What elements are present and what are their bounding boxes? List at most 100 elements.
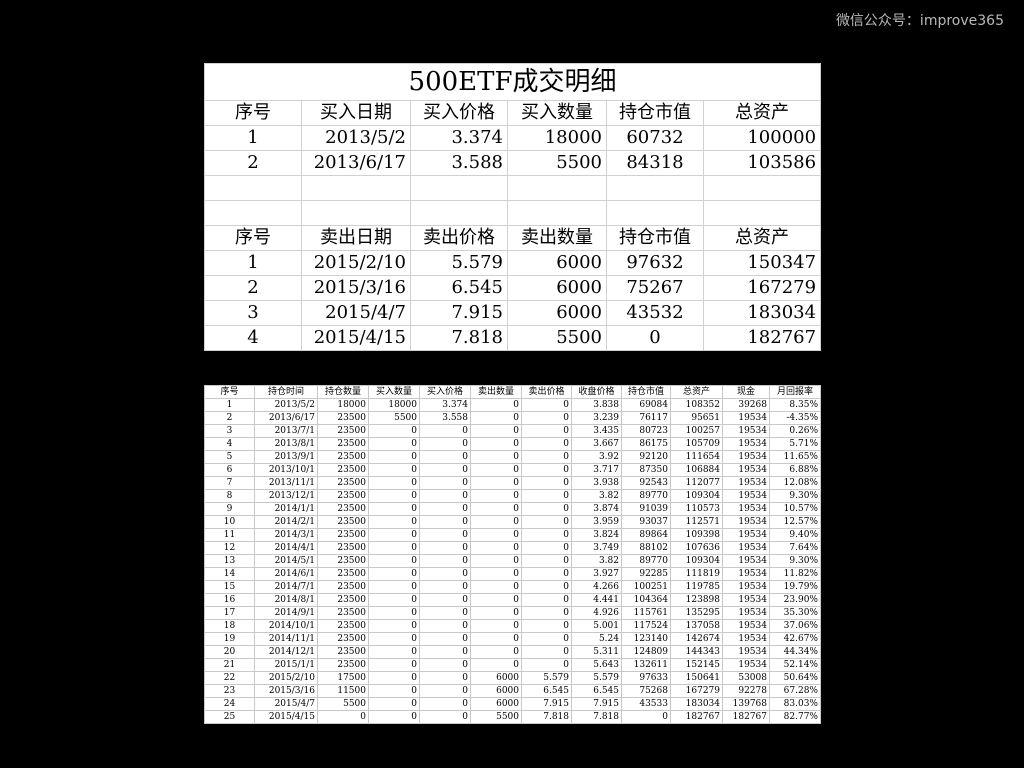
table-cell: 92285	[621, 567, 671, 581]
table-cell: 87350	[621, 463, 671, 477]
table-cell: 0	[521, 463, 572, 477]
table-row: 4 2013/8/1 23500 0 0 0 0 3.667 86175 105709 19534 5…	[204, 437, 821, 451]
table-cell: 持仓时间	[254, 385, 318, 399]
table-cell: 0	[419, 528, 471, 542]
table-cell: 持仓市值	[621, 385, 671, 399]
table-cell: 106884	[670, 463, 723, 477]
table-cell: 0.26%	[769, 424, 821, 438]
table-cell: 0	[419, 580, 471, 594]
table-cell: 2014/2/1	[254, 515, 318, 529]
table-cell: 2	[204, 150, 302, 176]
table-row: 10 2014/2/1 23500 0 0 0 0 3.959 93037 112571 19534…	[204, 515, 821, 529]
table-row: 13 2014/5/1 23500 0 0 0 0 3.82 89770 109304 19534 9…	[204, 554, 821, 568]
table-cell: 19534	[722, 632, 770, 646]
table-cell: 0	[368, 541, 420, 555]
table-row: 21 2015/1/1 23500 0 0 0 0 5.643 132611 152145 1953…	[204, 658, 821, 672]
table-cell: 0	[521, 424, 572, 438]
table-cell: 2014/9/1	[254, 606, 318, 620]
table-cell: 80723	[621, 424, 671, 438]
table-cell: 92120	[621, 450, 671, 464]
watermark-text: 微信公众号：improve365	[835, 13, 1004, 29]
table-cell: 39268	[722, 398, 770, 412]
table-cell: 0	[368, 424, 420, 438]
table-cell: 2013/6/17	[254, 411, 318, 425]
table-cell: 2013/7/1	[254, 424, 318, 438]
table-cell: 23500	[317, 489, 369, 503]
table-cell: 100251	[621, 580, 671, 594]
table-row: 8 2013/12/1 23500 0 0 0 0 3.82 89770 109304 19534 9…	[204, 489, 821, 503]
table-cell: 0	[521, 606, 572, 620]
table-cell: 3.824	[571, 528, 622, 542]
table-cell: 0	[521, 489, 572, 503]
table-cell: 23500	[317, 541, 369, 555]
table-cell: 2015/4/7	[254, 697, 318, 711]
table-cell: -4.35%	[769, 411, 821, 425]
table-cell: 2014/7/1	[254, 580, 318, 594]
table-cell: 11.65%	[769, 450, 821, 464]
table-row: 15 2014/7/1 23500 0 0 0 0 4.266 100251 119785 1953…	[204, 580, 821, 594]
table-cell: 5500	[470, 710, 522, 724]
table-cell: 3.239	[571, 411, 622, 425]
table-cell: 97633	[621, 671, 671, 685]
table-cell: 0	[419, 476, 471, 490]
table-cell: 序号	[204, 225, 302, 251]
table-cell: 0	[470, 632, 522, 646]
table-cell: 0	[368, 463, 420, 477]
table-cell: 2014/11/1	[254, 632, 318, 646]
table-cell: 132611	[621, 658, 671, 672]
table-cell	[204, 175, 302, 201]
table-cell: 69084	[621, 398, 671, 412]
table-cell: 5500	[507, 325, 607, 351]
table-cell: 20	[204, 645, 255, 659]
table-cell: 3.838	[571, 398, 622, 412]
table-cell	[702, 175, 822, 201]
table-cell: 2015/1/1	[254, 658, 318, 672]
table-cell: 95651	[670, 411, 723, 425]
table-cell: 0	[470, 593, 522, 607]
table-cell: 0	[419, 463, 471, 477]
table-cell: 42.67%	[769, 632, 821, 646]
sell-row: 3 2015/4/7 7.915 6000 43532 183034	[204, 300, 822, 326]
table-cell	[410, 175, 508, 201]
table-cell: 3.717	[571, 463, 622, 477]
table-cell: 44.34%	[769, 645, 821, 659]
table-cell: 19534	[722, 593, 770, 607]
table-cell: 53008	[722, 671, 770, 685]
table-cell: 2013/12/1	[254, 489, 318, 503]
table-cell: 89864	[621, 528, 671, 542]
table-cell: 3.588	[410, 150, 508, 176]
table-cell: 112571	[670, 515, 723, 529]
table-cell: 3.558	[419, 411, 471, 425]
table-cell: 6.545	[410, 275, 508, 301]
buy-row: 2 2013/6/17 3.588 5500 84318 103586	[204, 150, 822, 176]
table-cell: 0	[521, 645, 572, 659]
table-cell: 0	[521, 515, 572, 529]
table-cell: 0	[419, 606, 471, 620]
table-cell: 109304	[670, 554, 723, 568]
table-cell: 2015/4/15	[254, 710, 318, 724]
table-cell: 5500	[507, 150, 607, 176]
table-cell: 108352	[670, 398, 723, 412]
table-cell: 0	[470, 476, 522, 490]
table-cell: 23500	[317, 424, 369, 438]
table-cell: 19534	[722, 541, 770, 555]
table-cell: 75267	[606, 275, 704, 301]
table-cell: 15	[204, 580, 255, 594]
sell-row: 2 2015/3/16 6.545 6000 75267 167279	[204, 275, 822, 301]
table-cell: 5.579	[521, 671, 572, 685]
table-cell: 0	[521, 658, 572, 672]
table-cell: 0	[368, 593, 420, 607]
table-cell: 75268	[621, 684, 671, 698]
table-cell: 卖出数量	[507, 225, 607, 251]
table-row: 25 2015/4/15 0 0 0 5500 7.818 7.818 0 182767 18276…	[204, 710, 821, 724]
table-cell: 23500	[317, 411, 369, 425]
table-cell: 卖出日期	[301, 225, 411, 251]
table-cell: 2015/4/15	[301, 325, 411, 351]
table-cell: 183034	[670, 697, 723, 711]
table-cell: 109304	[670, 489, 723, 503]
table-row: 2 2013/6/17 23500 5500 3.558 0 0 3.239 76117 9565…	[204, 411, 821, 425]
table-cell: 19534	[722, 528, 770, 542]
table-cell: 6	[204, 463, 255, 477]
table-cell: 91039	[621, 502, 671, 516]
table-cell	[301, 175, 411, 201]
